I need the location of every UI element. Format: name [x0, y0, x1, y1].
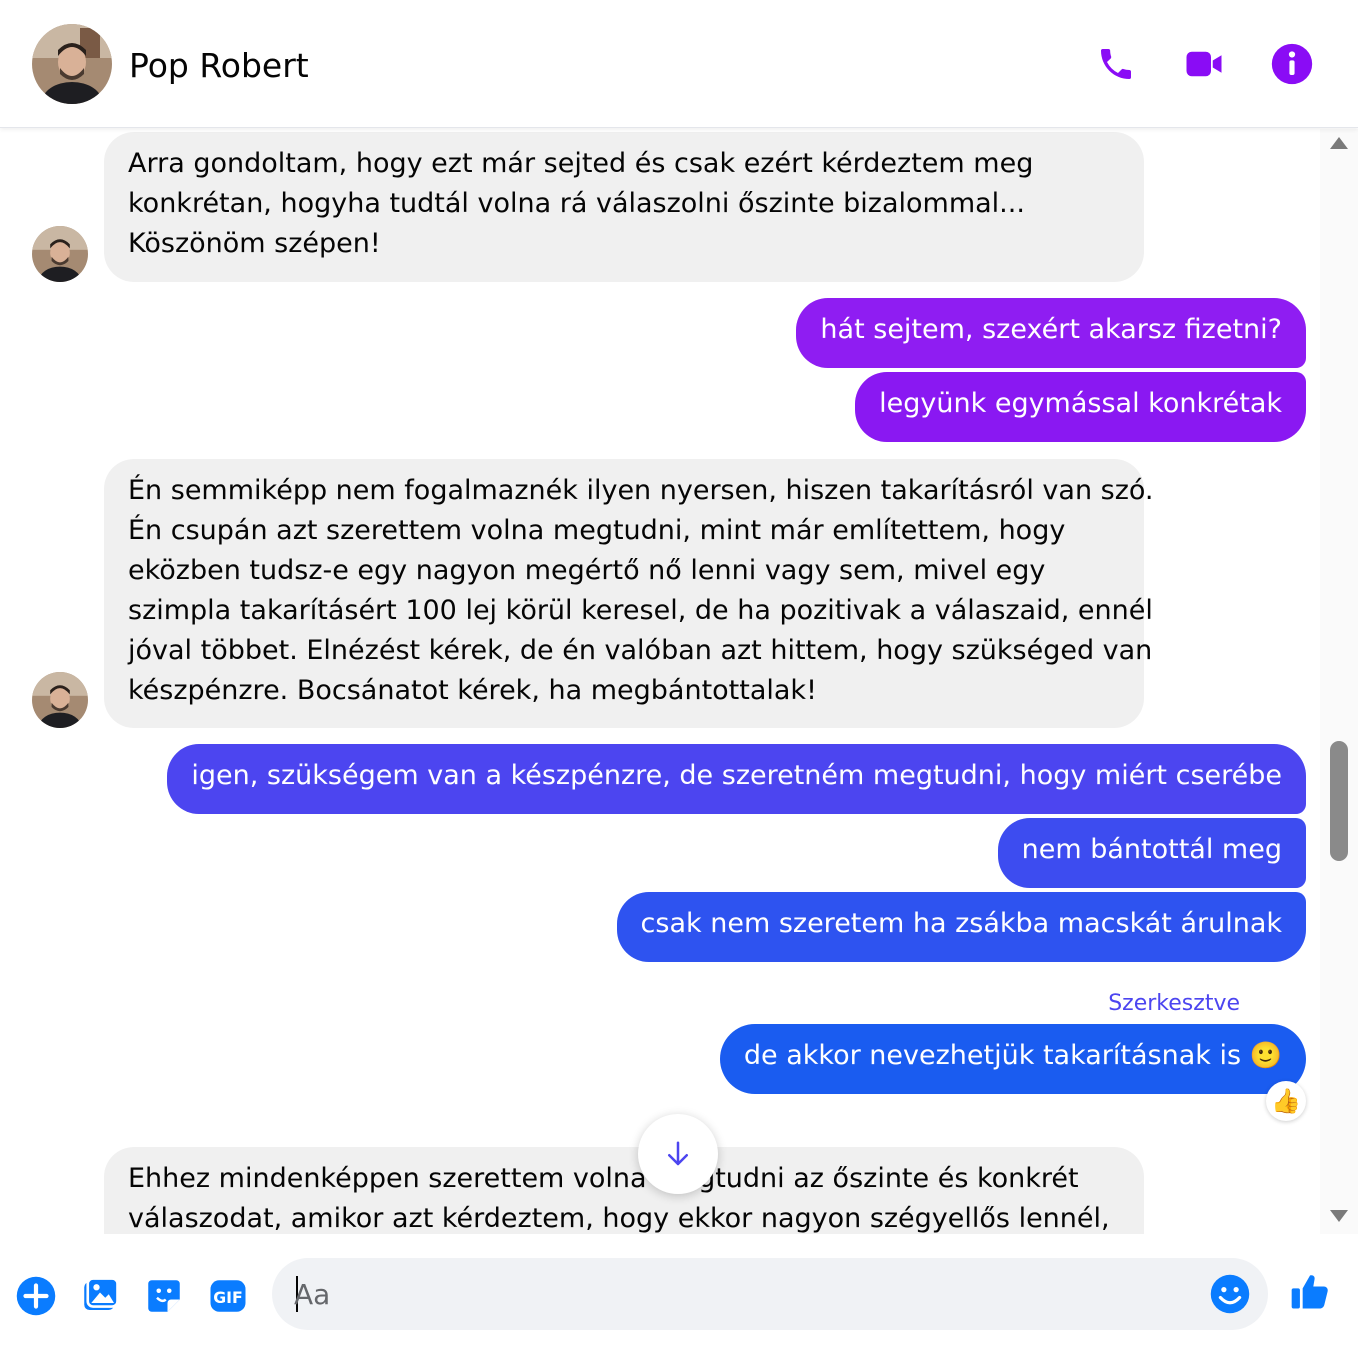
edited-label[interactable]: Szerkesztve [1108, 991, 1240, 1016]
message-line: Én csupán azt szerettem volna megtudni, … [128, 515, 1066, 546]
image-icon[interactable] [78, 1274, 122, 1318]
sender-avatar[interactable] [32, 226, 88, 282]
incoming-message[interactable]: Én semmiképp nem fogalmaznék ilyen nyers… [104, 459, 1154, 728]
scrollbar-thumb[interactable] [1330, 741, 1348, 861]
scroll-to-bottom-button[interactable] [638, 1114, 718, 1194]
thumbs-up-reaction-icon[interactable]: 👍 [1266, 1081, 1306, 1121]
message-line: Arra gondoltam, hogy ezt már sejted és c… [128, 148, 1034, 179]
message-text: csak nem szeretem ha zsákba macskát árul… [640, 908, 1282, 939]
thumbs-up-icon[interactable] [1288, 1270, 1332, 1314]
message-text: igen, szükségem van a készpénzre, de sze… [191, 760, 1282, 791]
message-line: szimpla takarításért 100 lej körül keres… [128, 595, 1153, 626]
sender-avatar[interactable] [32, 672, 88, 728]
outgoing-message[interactable]: nem bántottál meg [997, 818, 1306, 888]
message-line: Én semmiképp nem fogalmaznék ilyen nyers… [128, 475, 1154, 506]
message-input-wrapper[interactable] [272, 1258, 1268, 1330]
contact-name[interactable]: Pop Robert [129, 46, 309, 85]
message-text: legyünk egymással konkrétak [879, 388, 1282, 419]
contact-avatar[interactable] [32, 24, 112, 104]
video-camera-icon[interactable] [1180, 40, 1228, 88]
message-text: hát sejtem, szexért akarsz fizetni? [820, 314, 1282, 345]
arrow-down-icon [668, 1141, 688, 1166]
scrollbar[interactable] [1320, 129, 1358, 1234]
message-line: konkrétan, hogyha tudtál volna rá válasz… [128, 188, 1025, 219]
sticker-icon[interactable] [142, 1274, 186, 1318]
info-icon[interactable] [1268, 40, 1316, 88]
outgoing-message[interactable]: csak nem szeretem ha zsákba macskát árul… [616, 892, 1306, 962]
phone-icon[interactable] [1092, 40, 1140, 88]
chat-header: Pop Robert [0, 0, 1358, 128]
message-line: jóval többet. Elnézést kérek, de én való… [128, 635, 1153, 666]
outgoing-message[interactable]: hát sejtem, szexért akarsz fizetni? [796, 298, 1306, 368]
emoji-icon[interactable] [1208, 1272, 1252, 1316]
svg-text:GIF: GIF [213, 1288, 243, 1307]
message-line: Köszönöm szépen! [128, 228, 381, 259]
smile-emoji-icon: 🙂 [1249, 1041, 1282, 1071]
message-input[interactable] [294, 1258, 1194, 1330]
plus-icon[interactable] [14, 1274, 58, 1318]
scroll-down-arrow-icon[interactable] [1330, 1210, 1348, 1222]
message-line: Ehhez mindenképpen szerettem volna megtu… [128, 1163, 1079, 1194]
outgoing-message[interactable]: legyünk egymással konkrétak [855, 372, 1306, 442]
message-line: eközben tudsz-e egy nagyon megértő nő le… [128, 555, 1046, 586]
incoming-message[interactable]: Arra gondoltam, hogy ezt már sejted és c… [104, 132, 1144, 282]
outgoing-message[interactable]: de akkor nevezhetjük takarításnak is 🙂 [719, 1024, 1306, 1094]
message-composer: GIF [0, 1234, 1358, 1348]
message-thread[interactable]: Arra gondoltam, hogy ezt már sejted és c… [0, 129, 1320, 1234]
incoming-message[interactable]: Ehhez mindenképpen szerettem volna megtu… [104, 1147, 1144, 1234]
gif-icon[interactable]: GIF [206, 1274, 250, 1318]
message-line: készpénzre. Bocsánatot kérek, ha megbánt… [128, 675, 817, 706]
message-text: nem bántottál meg [1021, 834, 1282, 865]
message-line: válaszodat, amikor azt kérdeztem, hogy e… [128, 1203, 1110, 1234]
scroll-up-arrow-icon[interactable] [1330, 137, 1348, 149]
outgoing-message[interactable]: igen, szükségem van a készpénzre, de sze… [167, 744, 1306, 814]
message-text: de akkor nevezhetjük takarításnak is [743, 1040, 1242, 1071]
